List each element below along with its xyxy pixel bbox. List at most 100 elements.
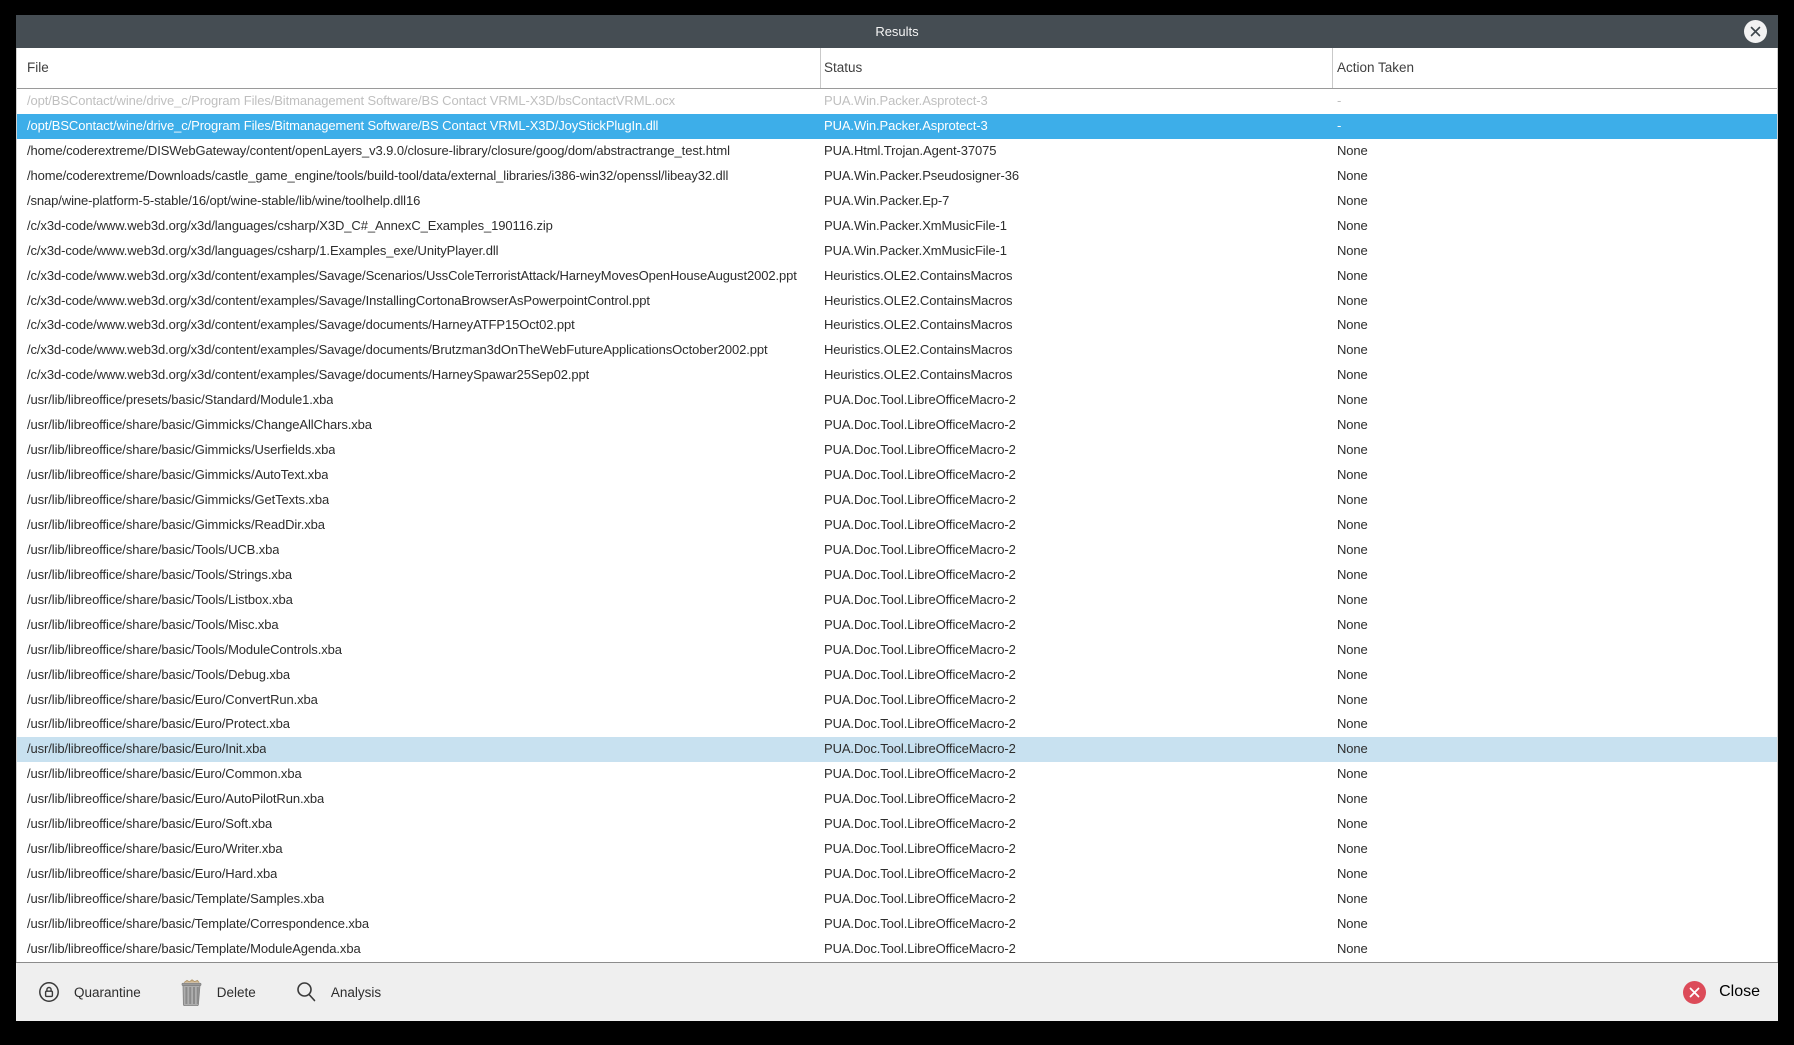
delete-button[interactable]: Delete bbox=[179, 978, 256, 1006]
cell-file: /c/x3d-code/www.web3d.org/x3d/languages/… bbox=[27, 214, 553, 239]
table-row[interactable]: /c/x3d-code/www.web3d.org/x3d/languages/… bbox=[17, 214, 1777, 239]
cell-status: PUA.Doc.Tool.LibreOfficeMacro-2 bbox=[824, 862, 1016, 887]
table-row[interactable]: /usr/lib/libreoffice/share/basic/Templat… bbox=[17, 887, 1777, 912]
cell-status: PUA.Doc.Tool.LibreOfficeMacro-2 bbox=[824, 663, 1016, 688]
cell-file: /usr/lib/libreoffice/share/basic/Tools/L… bbox=[27, 588, 293, 613]
close-button[interactable]: Close bbox=[1683, 981, 1760, 1004]
cell-file: /c/x3d-code/www.web3d.org/x3d/content/ex… bbox=[27, 313, 575, 338]
cell-file: /usr/lib/libreoffice/share/basic/Tools/U… bbox=[27, 538, 279, 563]
table-row[interactable]: /usr/lib/libreoffice/presets/basic/Stand… bbox=[17, 388, 1777, 413]
table-row[interactable]: /usr/lib/libreoffice/share/basic/Euro/Au… bbox=[17, 787, 1777, 812]
table-row[interactable]: /usr/lib/libreoffice/share/basic/Gimmick… bbox=[17, 513, 1777, 538]
table-row[interactable]: /usr/lib/libreoffice/share/basic/Templat… bbox=[17, 912, 1777, 937]
cell-action-taken: None bbox=[1337, 463, 1368, 488]
table-row[interactable]: /usr/lib/libreoffice/share/basic/Gimmick… bbox=[17, 463, 1777, 488]
table-row[interactable]: /opt/BSContact/wine/drive_c/Program File… bbox=[17, 89, 1777, 114]
cell-status: PUA.Doc.Tool.LibreOfficeMacro-2 bbox=[824, 737, 1016, 762]
analysis-button[interactable]: Analysis bbox=[294, 980, 381, 1004]
table-row[interactable]: /c/x3d-code/www.web3d.org/x3d/content/ex… bbox=[17, 313, 1777, 338]
table-row[interactable]: /usr/lib/libreoffice/share/basic/Tools/M… bbox=[17, 638, 1777, 663]
column-separator[interactable] bbox=[820, 48, 821, 88]
table-row[interactable]: /c/x3d-code/www.web3d.org/x3d/content/ex… bbox=[17, 289, 1777, 314]
close-icon bbox=[1750, 26, 1761, 37]
table-row[interactable]: /opt/BSContact/wine/drive_c/Program File… bbox=[17, 114, 1777, 139]
table-row[interactable]: /usr/lib/libreoffice/share/basic/Tools/D… bbox=[17, 663, 1777, 688]
table-row[interactable]: /usr/lib/libreoffice/share/basic/Tools/U… bbox=[17, 538, 1777, 563]
table-row[interactable]: /usr/lib/libreoffice/share/basic/Euro/So… bbox=[17, 812, 1777, 837]
cell-file: /usr/lib/libreoffice/share/basic/Euro/Ha… bbox=[27, 862, 277, 887]
cell-file: /usr/lib/libreoffice/share/basic/Euro/Co… bbox=[27, 688, 318, 713]
cell-file: /snap/wine-platform-5-stable/16/opt/wine… bbox=[27, 189, 420, 214]
cell-file: /usr/lib/libreoffice/share/basic/Euro/Au… bbox=[27, 787, 324, 812]
cell-status: Heuristics.OLE2.ContainsMacros bbox=[824, 313, 1012, 338]
titlebar[interactable]: Results bbox=[16, 15, 1778, 48]
cell-status: PUA.Doc.Tool.LibreOfficeMacro-2 bbox=[824, 912, 1016, 937]
cell-action-taken: None bbox=[1337, 264, 1368, 289]
cell-action-taken: None bbox=[1337, 438, 1368, 463]
table-row[interactable]: /usr/lib/libreoffice/share/basic/Templat… bbox=[17, 937, 1777, 962]
cell-status: PUA.Doc.Tool.LibreOfficeMacro-2 bbox=[824, 812, 1016, 837]
cell-action-taken: None bbox=[1337, 688, 1368, 713]
column-header-action-taken[interactable]: Action Taken bbox=[1337, 48, 1414, 88]
column-separator[interactable] bbox=[1332, 48, 1333, 88]
table-row[interactable]: /usr/lib/libreoffice/share/basic/Tools/S… bbox=[17, 563, 1777, 588]
cell-status: PUA.Win.Packer.XmMusicFile-1 bbox=[824, 214, 1007, 239]
table-row[interactable]: /c/x3d-code/www.web3d.org/x3d/content/ex… bbox=[17, 363, 1777, 388]
search-icon bbox=[294, 980, 318, 1004]
cell-status: Heuristics.OLE2.ContainsMacros bbox=[824, 264, 1012, 289]
table-row[interactable]: /c/x3d-code/www.web3d.org/x3d/languages/… bbox=[17, 239, 1777, 264]
analysis-label: Analysis bbox=[331, 985, 381, 1000]
cell-status: Heuristics.OLE2.ContainsMacros bbox=[824, 363, 1012, 388]
close-label: Close bbox=[1719, 983, 1760, 1001]
quarantine-label: Quarantine bbox=[74, 985, 141, 1000]
table-row[interactable]: /usr/lib/libreoffice/share/basic/Gimmick… bbox=[17, 488, 1777, 513]
cell-action-taken: - bbox=[1337, 89, 1341, 114]
table-row[interactable]: /usr/lib/libreoffice/share/basic/Euro/Ha… bbox=[17, 862, 1777, 887]
table-row[interactable]: /usr/lib/libreoffice/share/basic/Euro/Co… bbox=[17, 762, 1777, 787]
cell-file: /usr/lib/libreoffice/share/basic/Tools/M… bbox=[27, 613, 279, 638]
table-row[interactable]: /home/coderextreme/DISWebGateway/content… bbox=[17, 139, 1777, 164]
cell-status: PUA.Doc.Tool.LibreOfficeMacro-2 bbox=[824, 488, 1016, 513]
cell-action-taken: None bbox=[1337, 787, 1368, 812]
cell-file: /usr/lib/libreoffice/share/basic/Gimmick… bbox=[27, 438, 335, 463]
cell-file: /c/x3d-code/www.web3d.org/x3d/content/ex… bbox=[27, 289, 650, 314]
cell-file: /home/coderextreme/Downloads/castle_game… bbox=[27, 164, 728, 189]
cell-file: /usr/lib/libreoffice/share/basic/Tools/D… bbox=[27, 663, 290, 688]
cell-action-taken: None bbox=[1337, 413, 1368, 438]
table-row[interactable]: /usr/lib/libreoffice/share/basic/Euro/Pr… bbox=[17, 712, 1777, 737]
table-row[interactable]: /usr/lib/libreoffice/share/basic/Euro/In… bbox=[17, 737, 1777, 762]
window-title: Results bbox=[875, 24, 918, 39]
close-circle-icon bbox=[1683, 981, 1706, 1004]
cell-status: PUA.Doc.Tool.LibreOfficeMacro-2 bbox=[824, 563, 1016, 588]
column-header-status[interactable]: Status bbox=[824, 48, 862, 88]
cell-file: /usr/lib/libreoffice/share/basic/Gimmick… bbox=[27, 513, 325, 538]
quarantine-button[interactable]: Quarantine bbox=[37, 980, 141, 1004]
cell-action-taken: None bbox=[1337, 862, 1368, 887]
table-header: File Status Action Taken bbox=[17, 48, 1777, 89]
table-row[interactable]: /usr/lib/libreoffice/share/basic/Gimmick… bbox=[17, 438, 1777, 463]
cell-file: /usr/lib/libreoffice/share/basic/Gimmick… bbox=[27, 488, 329, 513]
table-row[interactable]: /usr/lib/libreoffice/share/basic/Tools/M… bbox=[17, 613, 1777, 638]
table-row[interactable]: /usr/lib/libreoffice/share/basic/Euro/Wr… bbox=[17, 837, 1777, 862]
cell-action-taken: None bbox=[1337, 638, 1368, 663]
titlebar-close-button[interactable] bbox=[1744, 20, 1767, 43]
cell-action-taken: None bbox=[1337, 189, 1368, 214]
table-row[interactable]: /usr/lib/libreoffice/share/basic/Tools/L… bbox=[17, 588, 1777, 613]
cell-file: /opt/BSContact/wine/drive_c/Program File… bbox=[27, 89, 675, 114]
cell-file: /c/x3d-code/www.web3d.org/x3d/content/ex… bbox=[27, 338, 768, 363]
table-row[interactable]: /usr/lib/libreoffice/share/basic/Gimmick… bbox=[17, 413, 1777, 438]
table-row[interactable]: /snap/wine-platform-5-stable/16/opt/wine… bbox=[17, 189, 1777, 214]
cell-action-taken: None bbox=[1337, 613, 1368, 638]
cell-status: PUA.Doc.Tool.LibreOfficeMacro-2 bbox=[824, 937, 1016, 962]
cell-status: PUA.Doc.Tool.LibreOfficeMacro-2 bbox=[824, 837, 1016, 862]
table-row[interactable]: /c/x3d-code/www.web3d.org/x3d/content/ex… bbox=[17, 264, 1777, 289]
table-row[interactable]: /c/x3d-code/www.web3d.org/x3d/content/ex… bbox=[17, 338, 1777, 363]
table-row[interactable]: /home/coderextreme/Downloads/castle_game… bbox=[17, 164, 1777, 189]
column-header-file[interactable]: File bbox=[27, 48, 49, 88]
cell-action-taken: None bbox=[1337, 513, 1368, 538]
screen-background: Results File Status Action Taken /opt/BS… bbox=[0, 0, 1794, 1045]
cell-action-taken: None bbox=[1337, 289, 1368, 314]
cell-status: PUA.Doc.Tool.LibreOfficeMacro-2 bbox=[824, 638, 1016, 663]
cell-file: /usr/lib/libreoffice/share/basic/Euro/In… bbox=[27, 737, 266, 762]
table-row[interactable]: /usr/lib/libreoffice/share/basic/Euro/Co… bbox=[17, 688, 1777, 713]
